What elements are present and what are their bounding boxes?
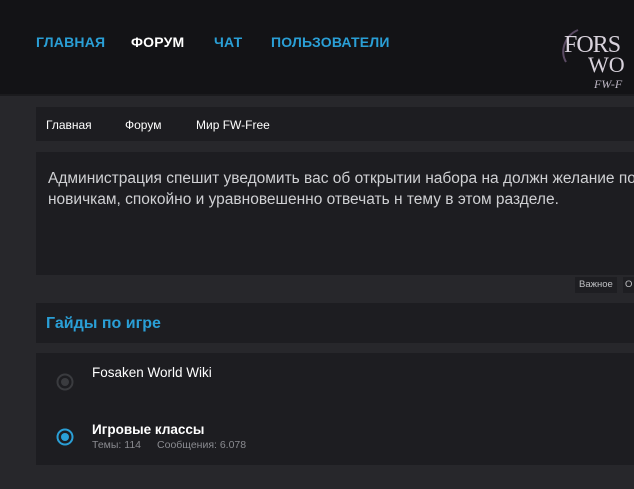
breadcrumb-item-fw-free[interactable]: Мир FW-Free: [196, 118, 270, 132]
breadcrumb-item-forum[interactable]: Форум: [125, 118, 161, 132]
section-header: Гайды по игре: [36, 303, 634, 343]
nav-users-link[interactable]: ПОЛЬЗОВАТЕЛИ: [271, 34, 390, 50]
forum-threads-count: Темы: 114: [92, 439, 142, 451]
site-logo[interactable]: FORS WO FW-F: [558, 22, 634, 92]
tag-other[interactable]: О: [623, 277, 634, 293]
svg-text:WO: WO: [588, 52, 625, 77]
section-title[interactable]: Гайды по игре: [46, 315, 161, 333]
forum-read-status-icon: [56, 373, 74, 391]
nav-home-link[interactable]: ГЛАВНАЯ: [36, 34, 105, 50]
forum-messages-count: Сообщения: 6.078: [157, 439, 247, 451]
forum-unread-status-icon: [56, 428, 74, 446]
breadcrumb: Главная Форум Мир FW-Free: [36, 107, 634, 141]
announcement-text: Администрация спешит уведомить вас об от…: [48, 170, 634, 208]
forum-title-classes[interactable]: Игровые классы: [92, 422, 204, 437]
nav-chat-link[interactable]: ЧАТ: [214, 34, 242, 50]
forum-stats: Темы: 114 Сообщения: 6.078: [92, 439, 262, 451]
announcement-notice: Администрация спешит уведомить вас об от…: [36, 152, 634, 275]
forum-row-classes[interactable]: Игровые классы Темы: 114 Сообщения: 6.078: [36, 409, 634, 465]
nav-forum-link[interactable]: ФОРУМ: [131, 34, 184, 50]
top-navigation-bar: ГЛАВНАЯ ФОРУМ ЧАТ ПОЛЬЗОВАТЕЛИ FORS WO F…: [0, 0, 634, 96]
svg-text:FW-F: FW-F: [593, 77, 623, 91]
breadcrumb-item-home[interactable]: Главная: [46, 118, 92, 132]
forum-list: Fosaken World Wiki Игровые классы Темы: …: [36, 353, 634, 465]
logo-icon: FORS WO FW-F: [562, 29, 625, 91]
tag-important[interactable]: Важное: [575, 277, 617, 293]
forum-title-wiki[interactable]: Fosaken World Wiki: [92, 365, 212, 380]
forum-row-wiki[interactable]: Fosaken World Wiki: [36, 353, 634, 409]
